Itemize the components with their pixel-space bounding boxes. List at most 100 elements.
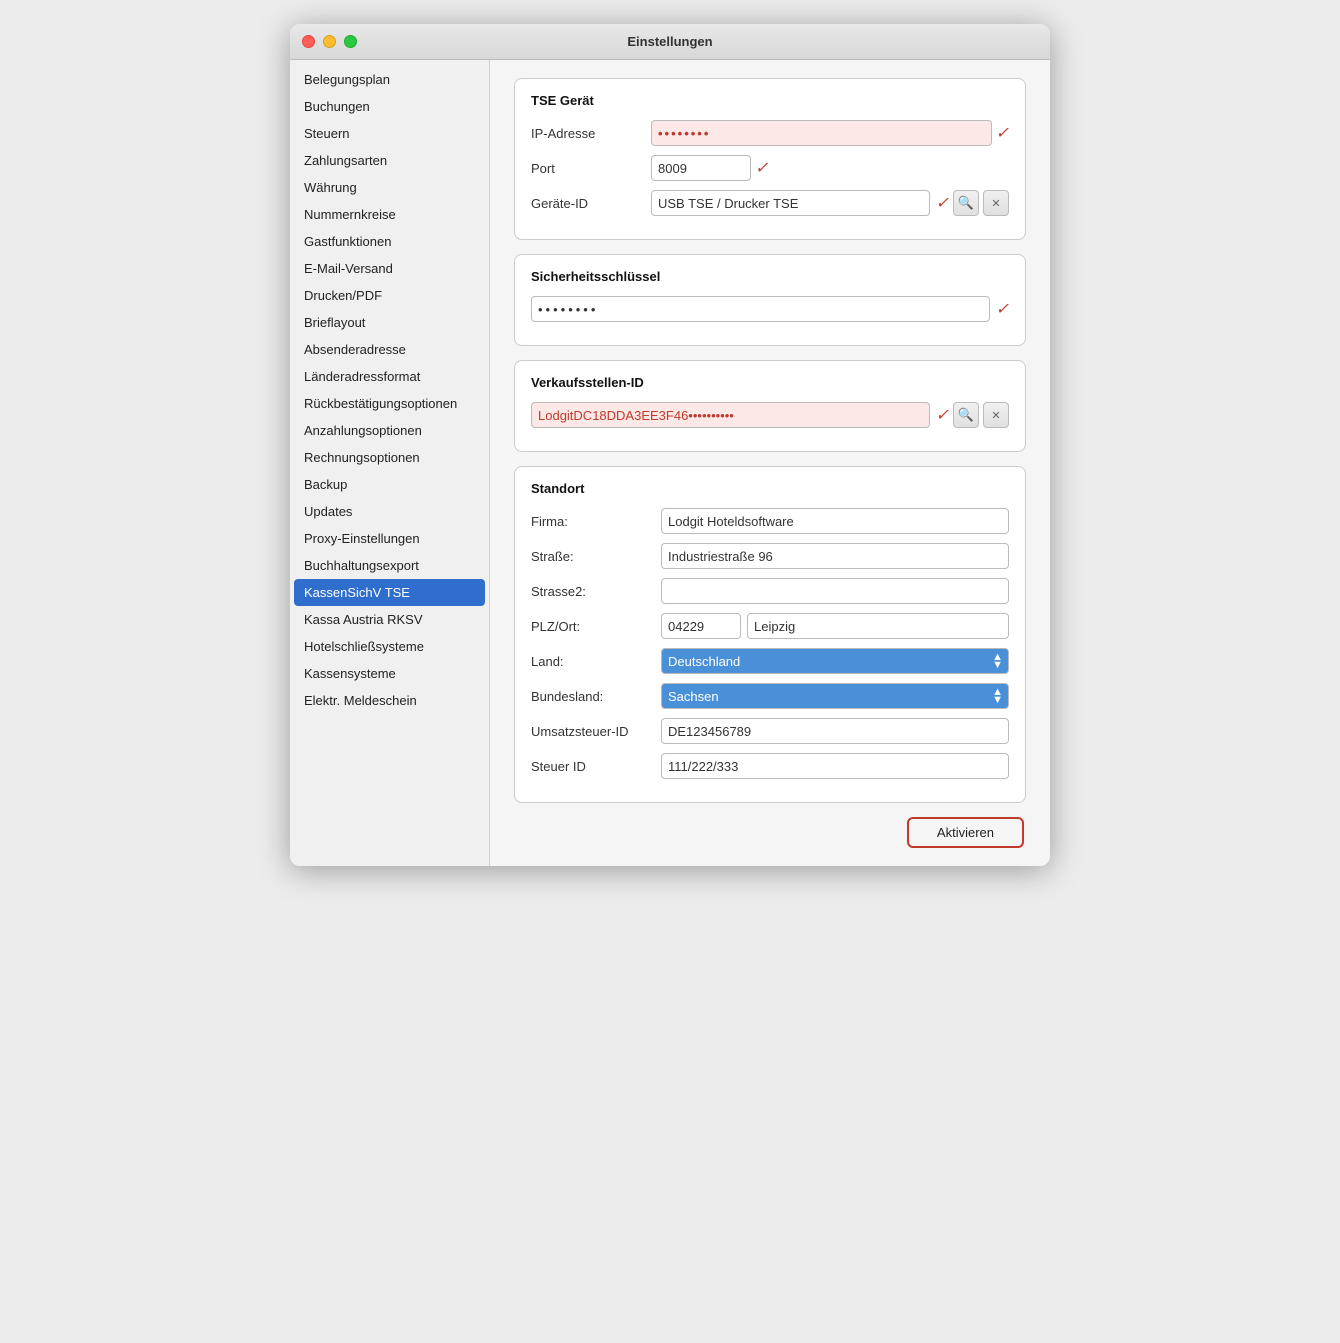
aktivieren-button[interactable]: Aktivieren — [907, 817, 1024, 848]
sidebar-item-waehrung[interactable]: Währung — [290, 174, 489, 201]
sidebar-item-belegungsplan[interactable]: Belegungsplan — [290, 66, 489, 93]
ort-input[interactable] — [747, 613, 1009, 639]
verkaufsstellen-id-section: Verkaufsstellen-ID ✓ 🔍 ✕ — [514, 360, 1026, 452]
clear-icon: ✕ — [991, 409, 1000, 422]
bundesland-label: Bundesland: — [531, 689, 661, 704]
sicherheitsschluessel-input[interactable] — [531, 296, 990, 322]
steuer-id-input[interactable] — [661, 753, 1009, 779]
port-input[interactable] — [651, 155, 751, 181]
sidebar-item-backup[interactable]: Backup — [290, 471, 489, 498]
minimize-button[interactable] — [323, 35, 336, 48]
geraete-id-input-group: ✓ 🔍 ✕ — [651, 190, 1009, 216]
sidebar-item-rueckbestaetigung[interactable]: Rückbestätigungsoptionen — [290, 390, 489, 417]
sicherheitsschluessel-title: Sicherheitsschlüssel — [531, 269, 1009, 284]
steuer-id-label: Steuer ID — [531, 759, 661, 774]
verkaufsstellen-id-input-group: ✓ 🔍 ✕ — [531, 402, 1009, 428]
firma-label: Firma: — [531, 514, 661, 529]
sidebar-item-anzahlungsoptionen[interactable]: Anzahlungsoptionen — [290, 417, 489, 444]
standort-section: Standort Firma: Straße: Strasse2: — [514, 466, 1026, 803]
sidebar: Belegungsplan Buchungen Steuern Zahlungs… — [290, 60, 490, 866]
steuer-id-row: Steuer ID — [531, 753, 1009, 779]
settings-window: Einstellungen Belegungsplan Buchungen St… — [290, 24, 1050, 866]
titlebar: Einstellungen — [290, 24, 1050, 60]
sidebar-item-nummernkreise[interactable]: Nummernkreise — [290, 201, 489, 228]
ust-id-row: Umsatzsteuer-ID — [531, 718, 1009, 744]
plz-ort-label: PLZ/Ort: — [531, 619, 661, 634]
verkaufsstellen-id-title: Verkaufsstellen-ID — [531, 375, 1009, 390]
ip-adresse-input[interactable] — [651, 120, 992, 146]
geraete-id-label: Geräte-ID — [531, 196, 651, 211]
search-icon: 🔍 — [958, 195, 974, 211]
sidebar-item-buchhaltungsexport[interactable]: Buchhaltungsexport — [290, 552, 489, 579]
maximize-button[interactable] — [344, 35, 357, 48]
sidebar-item-kassensysteme[interactable]: Kassensysteme — [290, 660, 489, 687]
sidebar-item-hotelschliess[interactable]: Hotelschließsysteme — [290, 633, 489, 660]
port-checkmark: ✓ — [755, 158, 768, 178]
land-select-wrapper: Deutschland ▲ ▼ — [661, 648, 1009, 674]
search-icon: 🔍 — [958, 407, 974, 423]
verkaufsstellen-id-row: ✓ 🔍 ✕ — [531, 402, 1009, 428]
plz-ort-row: PLZ/Ort: — [531, 613, 1009, 639]
verkaufsstellen-id-checkmark: ✓ — [936, 405, 949, 425]
bundesland-select-wrapper: Sachsen ▲ ▼ — [661, 683, 1009, 709]
land-select[interactable]: Deutschland — [661, 648, 1009, 674]
sidebar-item-zahlungsarten[interactable]: Zahlungsarten — [290, 147, 489, 174]
password-row: ✓ — [531, 296, 1009, 322]
sidebar-item-steuern[interactable]: Steuern — [290, 120, 489, 147]
aktivieren-row: Aktivieren — [514, 817, 1026, 848]
sidebar-item-drucken-pdf[interactable]: Drucken/PDF — [290, 282, 489, 309]
geraete-id-input[interactable] — [651, 190, 930, 216]
ust-id-label: Umsatzsteuer-ID — [531, 724, 661, 739]
geraete-id-row: Geräte-ID ✓ 🔍 ✕ — [531, 190, 1009, 216]
land-row: Land: Deutschland ▲ ▼ — [531, 648, 1009, 674]
verkaufsstellen-id-input[interactable] — [531, 402, 930, 428]
sidebar-item-elektr-meldeschein[interactable]: Elektr. Meldeschein — [290, 687, 489, 714]
sidebar-item-email-versand[interactable]: E-Mail-Versand — [290, 255, 489, 282]
sidebar-item-gastfunktionen[interactable]: Gastfunktionen — [290, 228, 489, 255]
geraete-id-search-button[interactable]: 🔍 — [953, 190, 979, 216]
sicherheitsschluessel-checkmark: ✓ — [996, 299, 1009, 319]
plz-input[interactable] — [661, 613, 741, 639]
strasse2-label: Strasse2: — [531, 584, 661, 599]
strasse-label: Straße: — [531, 549, 661, 564]
sicherheitsschluessel-section: Sicherheitsschlüssel ✓ — [514, 254, 1026, 346]
window-controls — [302, 35, 357, 48]
strasse2-input[interactable] — [661, 578, 1009, 604]
sidebar-item-kassensichv[interactable]: KassenSichV TSE — [294, 579, 485, 606]
sidebar-item-proxy[interactable]: Proxy-Einstellungen — [290, 525, 489, 552]
land-label: Land: — [531, 654, 661, 669]
window-body: Belegungsplan Buchungen Steuern Zahlungs… — [290, 60, 1050, 866]
clear-icon: ✕ — [991, 197, 1000, 210]
strasse-row: Straße: — [531, 543, 1009, 569]
ip-adresse-row: IP-Adresse ✓ — [531, 120, 1009, 146]
bundesland-select[interactable]: Sachsen — [661, 683, 1009, 709]
ust-id-input[interactable] — [661, 718, 1009, 744]
verkaufsstellen-search-button[interactable]: 🔍 — [953, 402, 979, 428]
sidebar-item-absenderadresse[interactable]: Absenderadresse — [290, 336, 489, 363]
sidebar-item-updates[interactable]: Updates — [290, 498, 489, 525]
firma-row: Firma: — [531, 508, 1009, 534]
sidebar-item-kassa-austria[interactable]: Kassa Austria RKSV — [290, 606, 489, 633]
strasse2-row: Strasse2: — [531, 578, 1009, 604]
main-content: TSE Gerät IP-Adresse ✓ Port ✓ Geräte-ID — [490, 60, 1050, 866]
tse-geraet-section: TSE Gerät IP-Adresse ✓ Port ✓ Geräte-ID — [514, 78, 1026, 240]
ip-checkmark: ✓ — [996, 123, 1009, 143]
sidebar-item-rechnungsoptionen[interactable]: Rechnungsoptionen — [290, 444, 489, 471]
window-title: Einstellungen — [627, 34, 712, 49]
port-row: Port ✓ — [531, 155, 1009, 181]
sidebar-item-brieflayout[interactable]: Brieflayout — [290, 309, 489, 336]
bundesland-row: Bundesland: Sachsen ▲ ▼ — [531, 683, 1009, 709]
sidebar-item-buchungen[interactable]: Buchungen — [290, 93, 489, 120]
tse-geraet-title: TSE Gerät — [531, 93, 1009, 108]
geraete-id-checkmark: ✓ — [936, 193, 949, 213]
plz-ort-group — [661, 613, 1009, 639]
firma-input[interactable] — [661, 508, 1009, 534]
port-label: Port — [531, 161, 651, 176]
geraete-id-clear-button[interactable]: ✕ — [983, 190, 1009, 216]
standort-title: Standort — [531, 481, 1009, 496]
ip-adresse-label: IP-Adresse — [531, 126, 651, 141]
sidebar-item-laenderadressformat[interactable]: Länderadressformat — [290, 363, 489, 390]
strasse-input[interactable] — [661, 543, 1009, 569]
verkaufsstellen-clear-button[interactable]: ✕ — [983, 402, 1009, 428]
close-button[interactable] — [302, 35, 315, 48]
